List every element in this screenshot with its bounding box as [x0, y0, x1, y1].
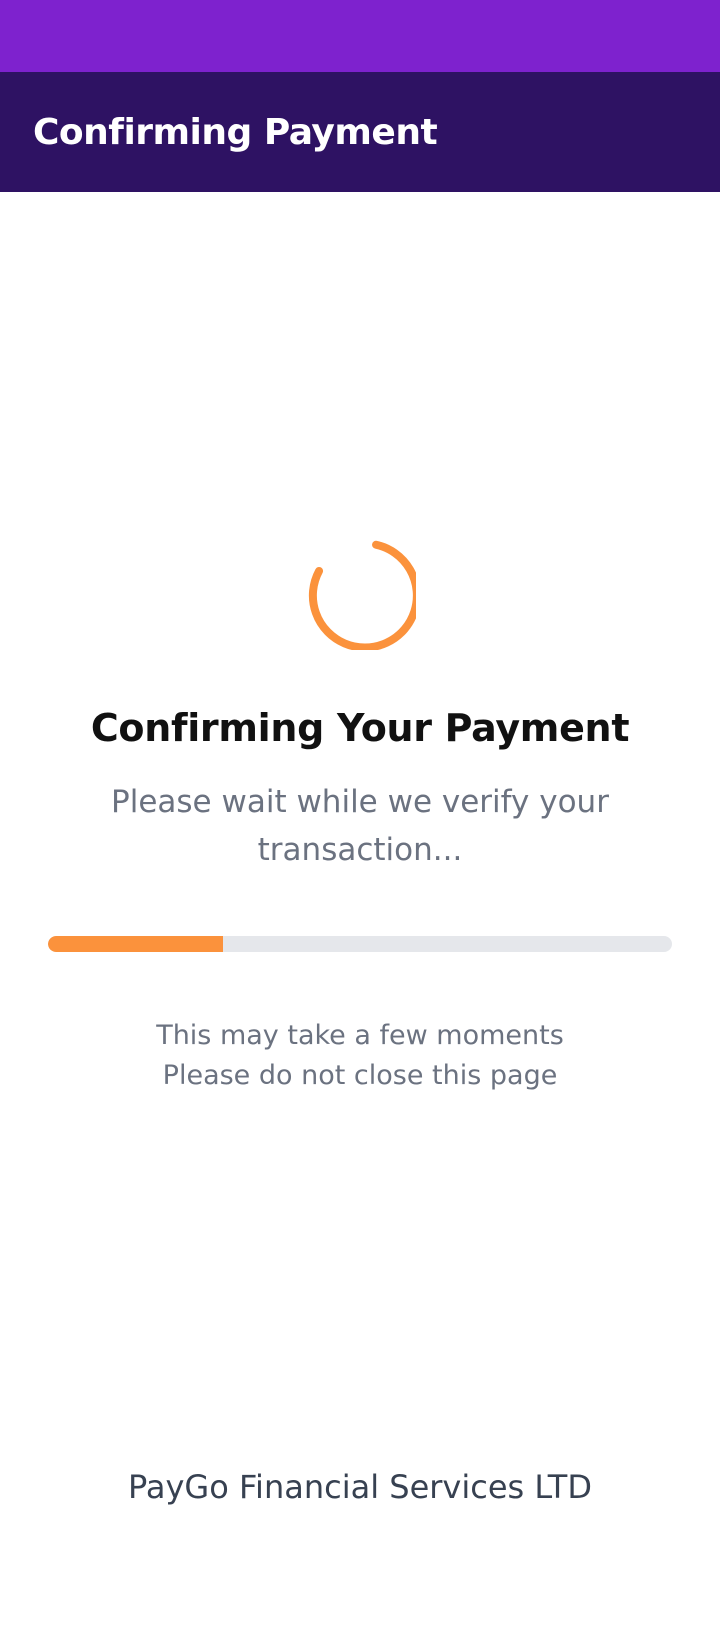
- progress-fill: [48, 936, 223, 952]
- status-bar: [0, 0, 720, 72]
- loading-spinner-icon: [304, 538, 416, 650]
- do-not-close-note: Please do not close this page: [162, 1060, 558, 1091]
- app-header: Confirming Payment: [0, 72, 720, 192]
- page-title: Confirming Payment: [33, 111, 438, 153]
- status-subtext: Please wait while we verify your transac…: [111, 784, 609, 868]
- wait-note: This may take a few moments: [156, 1020, 564, 1051]
- company-footer: PayGo Financial Services LTD: [128, 1468, 592, 1506]
- status-heading: Confirming Your Payment: [90, 706, 630, 750]
- progress-bar: [48, 936, 672, 952]
